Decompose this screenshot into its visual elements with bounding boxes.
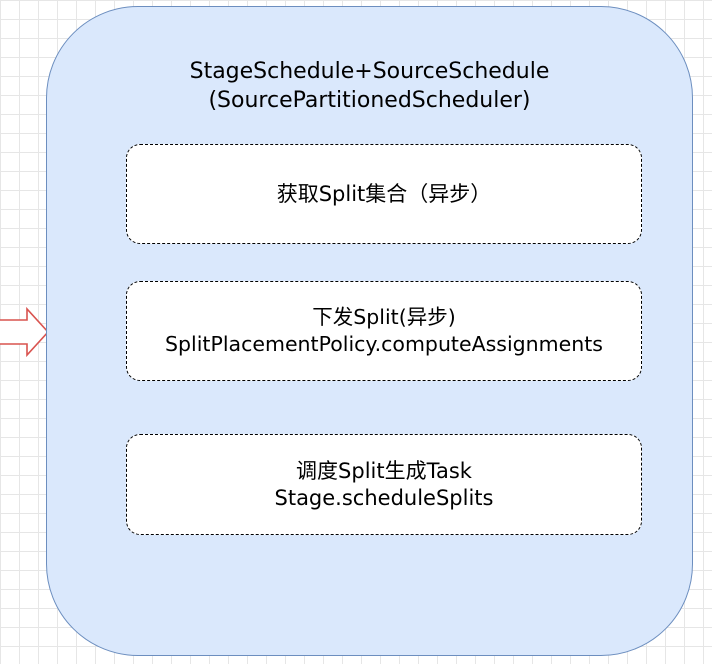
flow-diagram: StageSchedule+SourceSchedule (SourcePart… [0, 0, 712, 664]
step-dispatch-splits-method: SplitPlacementPolicy.computeAssignments [165, 332, 603, 356]
step-get-splits-label: 获取Split集合（异步） [276, 181, 492, 206]
step-dispatch-splits-label: 下发Split(异步) [312, 305, 456, 329]
step-schedule-tasks-label: 调度Split生成Task [296, 458, 472, 483]
step-schedule-tasks: 调度Split生成Task Stage.scheduleSplits [126, 434, 642, 535]
step-schedule-tasks-method: Stage.scheduleSplits [274, 485, 494, 510]
incoming-arrow-icon [0, 306, 50, 358]
step-get-splits: 获取Split集合（异步） [126, 144, 642, 244]
container-title-line1: StageSchedule+SourceSchedule [189, 59, 550, 84]
step-dispatch-splits: 下发Split(异步) SplitPlacementPolicy.compute… [126, 281, 642, 381]
container-title: StageSchedule+SourceSchedule (SourcePart… [46, 57, 693, 115]
container-title-line2: (SourcePartitionedScheduler) [208, 88, 531, 113]
